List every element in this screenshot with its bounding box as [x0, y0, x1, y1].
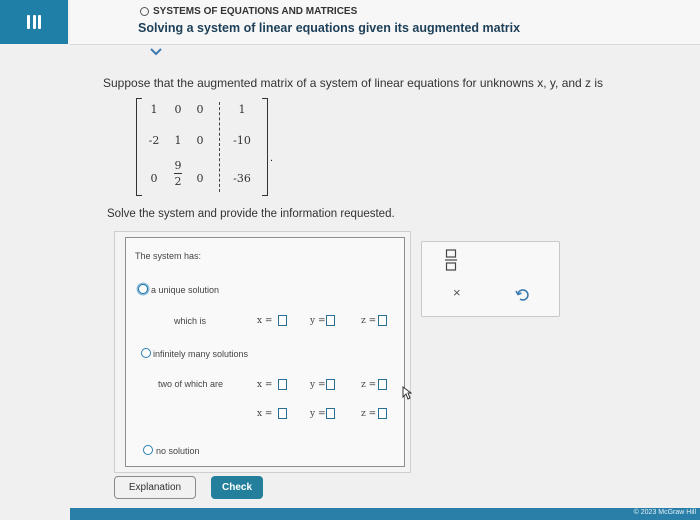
fraction-numerator: 9: [174, 159, 182, 172]
var-x-label: x =: [257, 409, 273, 419]
var-y-label: y =: [310, 409, 326, 419]
instruction-text: Solve the system and provide the informa…: [107, 208, 395, 220]
mouse-cursor-icon: [402, 386, 412, 400]
matrix-left-bracket: [136, 98, 142, 196]
radio-unique-solution[interactable]: [138, 284, 148, 294]
topic-subtitle: SYSTEMS OF EQUATIONS AND MATRICES: [140, 6, 357, 17]
matrix-fraction: 9 2: [174, 160, 182, 187]
matrix-cell: 0: [196, 103, 204, 116]
label-which-is: which is: [174, 316, 207, 326]
x2-input[interactable]: [278, 408, 287, 419]
augment-divider: [219, 102, 220, 192]
label-two-of-which: two of which are: [158, 379, 224, 389]
x-input[interactable]: [278, 315, 287, 326]
var-z-label: z =: [361, 316, 377, 326]
matrix-cell: -36: [233, 172, 251, 185]
label-no-solution: no solution: [156, 446, 200, 456]
explanation-button[interactable]: Explanation: [114, 476, 196, 499]
y1-input[interactable]: [326, 379, 335, 390]
chevron-down-icon[interactable]: [150, 48, 162, 56]
matrix-right-bracket: [262, 98, 268, 196]
fraction-tool-icon[interactable]: [445, 249, 457, 271]
x1-input[interactable]: [278, 379, 287, 390]
topic-subtitle-text: SYSTEMS OF EQUATIONS AND MATRICES: [153, 6, 358, 17]
var-z-label: z =: [361, 380, 377, 390]
var-y-label: y =: [310, 380, 326, 390]
matrix-cell: -10: [233, 134, 251, 147]
var-y-label: y =: [310, 316, 326, 326]
menu-button[interactable]: [0, 0, 68, 44]
label-unique-solution: a unique solution: [151, 285, 220, 295]
z2-input[interactable]: [378, 408, 387, 419]
var-x-label: x =: [257, 316, 273, 326]
matrix-cell: 0: [150, 172, 158, 185]
label-infinite-solutions: infinitely many solutions: [153, 349, 249, 359]
y2-input[interactable]: [326, 408, 335, 419]
matrix-cell: 1: [238, 103, 246, 116]
matrix-cell: 1: [150, 103, 158, 116]
undo-icon[interactable]: [515, 288, 529, 302]
z1-input[interactable]: [378, 379, 387, 390]
math-tools-panel: ×: [421, 241, 560, 317]
augmented-matrix: 1 0 0 1 -2 1 0 -10 0 9 2 0 -36: [136, 98, 268, 196]
check-button[interactable]: Check: [211, 476, 263, 499]
copyright-text: © 2023 McGraw Hill: [633, 509, 696, 516]
var-x-label: x =: [257, 380, 273, 390]
matrix-cell: 0: [196, 134, 204, 147]
status-circle-icon: [140, 7, 149, 16]
radio-no-solution[interactable]: [143, 445, 153, 455]
matrix-cell: 1: [174, 134, 182, 147]
problem-statement: Suppose that the augmented matrix of a s…: [103, 76, 604, 90]
clear-close-icon[interactable]: ×: [453, 285, 461, 300]
page-title: Solving a system of linear equations giv…: [138, 21, 521, 35]
var-z-label: z =: [361, 409, 377, 419]
matrix-cell: 0: [174, 103, 182, 116]
radio-infinite-solutions[interactable]: [141, 348, 151, 358]
app-frame: SYSTEMS OF EQUATIONS AND MATRICES Solvin…: [0, 0, 700, 520]
sentence-period: .: [270, 152, 274, 164]
matrix-cell: -2: [148, 134, 160, 147]
footer-bar: [70, 508, 700, 520]
answer-heading: The system has:: [135, 251, 202, 261]
menu-icon: [27, 15, 41, 29]
matrix-cell: 0: [196, 172, 204, 185]
y-input[interactable]: [326, 315, 335, 326]
z-input[interactable]: [378, 315, 387, 326]
fraction-denominator: 2: [174, 175, 182, 188]
